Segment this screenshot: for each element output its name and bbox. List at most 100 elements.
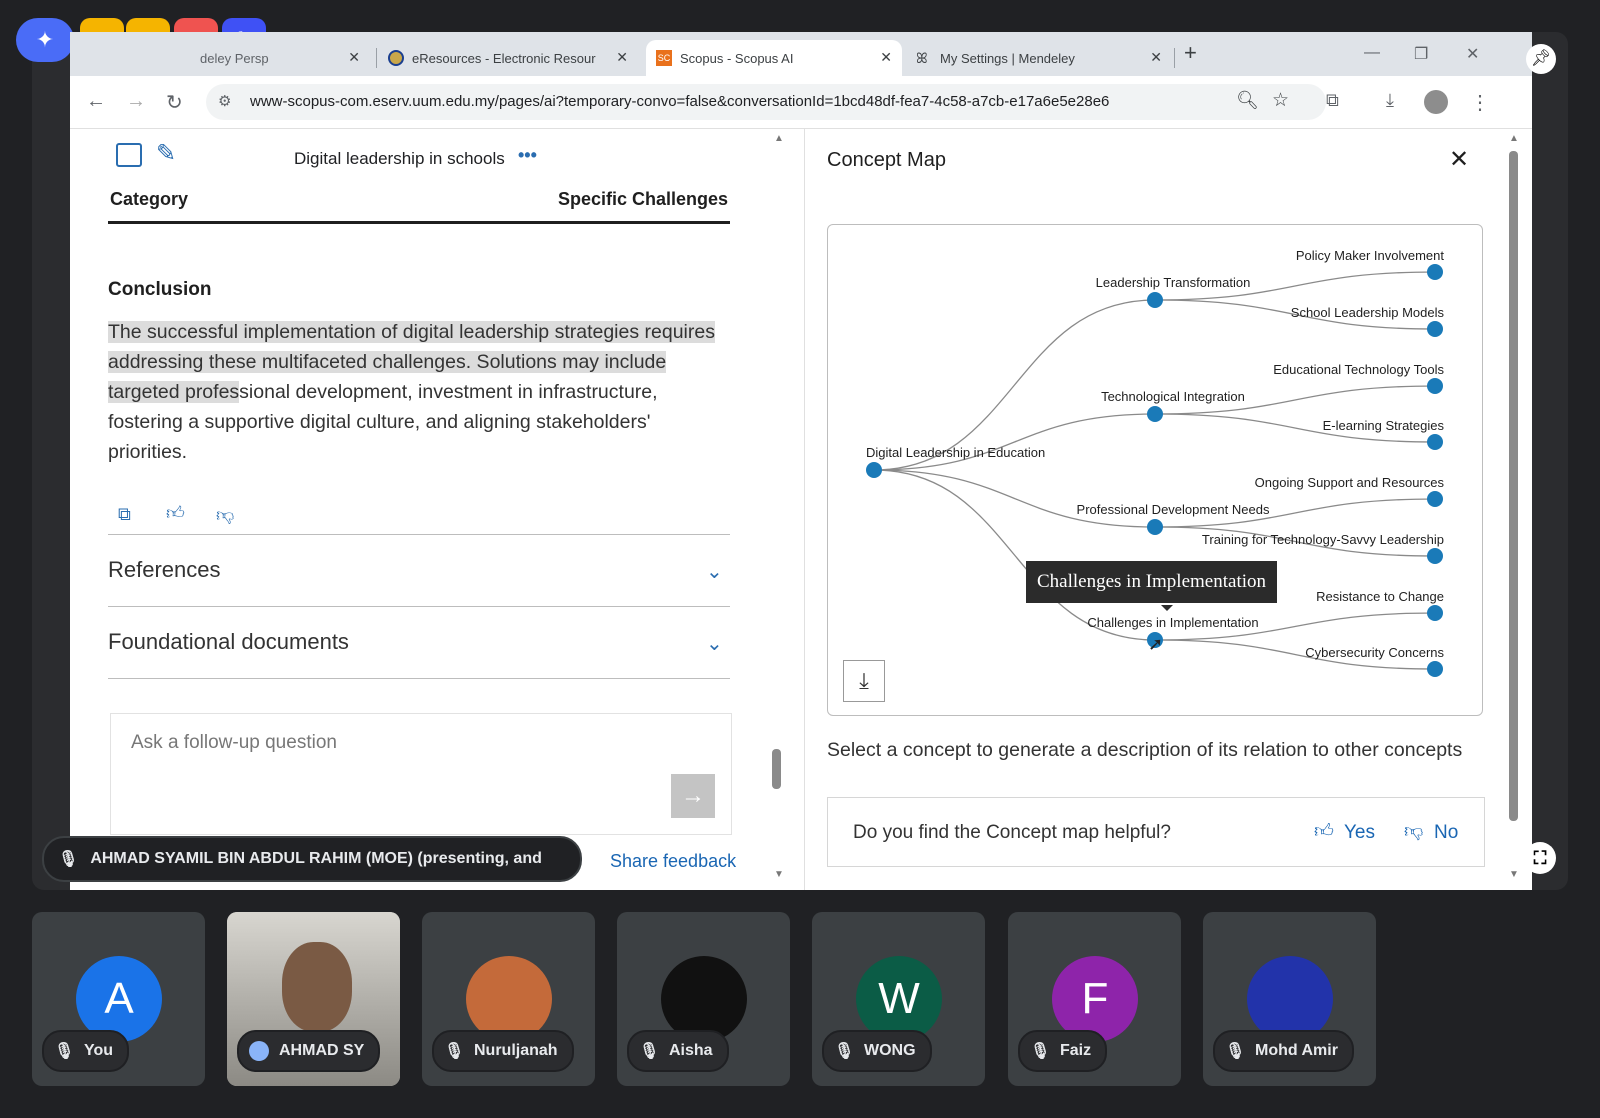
- tab-label: eResources - Electronic Resour: [412, 50, 596, 66]
- concept-label-leaf[interactable]: E-learning Strategies: [1323, 418, 1445, 433]
- participant-tile-you[interactable]: A 🎙︎ You: [32, 912, 205, 1086]
- concept-label-branch[interactable]: Challenges in Implementation: [1087, 615, 1258, 630]
- concept-label-leaf[interactable]: Policy Maker Involvement: [1296, 248, 1444, 263]
- download-map-button[interactable]: ⤓: [843, 660, 885, 702]
- chevron-down-icon[interactable]: ⌄: [706, 631, 723, 656]
- close-icon[interactable]: ✕: [616, 49, 628, 66]
- sidebar-toggle-icon[interactable]: [116, 143, 142, 167]
- zoom-icon[interactable]: 🔍︎: [1236, 90, 1259, 111]
- followup-input[interactable]: Ask a follow-up question: [131, 732, 337, 754]
- concept-node-leaf[interactable]: [1427, 264, 1443, 280]
- thumbs-up-icon[interactable]: 👍︎: [166, 502, 185, 524]
- address-bar[interactable]: ⚙ www-scopus-com.eserv.uum.edu.my/pages/…: [206, 84, 1326, 120]
- participant-name-chip: 🎙︎ Aisha: [627, 1030, 729, 1072]
- extensions-icon[interactable]: ⧉: [1326, 90, 1339, 111]
- concept-label-root[interactable]: Digital Leadership in Education: [866, 445, 1045, 460]
- site-info-icon[interactable]: ⚙: [218, 92, 231, 110]
- foundational-documents-toggle[interactable]: Foundational documents: [108, 629, 349, 655]
- concept-label-branch[interactable]: Professional Development Needs: [1077, 502, 1270, 517]
- concept-node-branch[interactable]: [1147, 292, 1163, 308]
- download-icon[interactable]: ⤓: [1386, 90, 1394, 111]
- tab-eresources[interactable]: eResources - Electronic Resour ✕: [388, 40, 638, 76]
- participant-tile-nuruljanah[interactable]: 🎙︎ Nuruljanah: [422, 912, 595, 1086]
- pin-icon[interactable]: 📌︎: [1526, 44, 1556, 74]
- participant-tile-faiz[interactable]: F 🎙︎ Faiz: [1008, 912, 1181, 1086]
- menu-kebab-icon[interactable]: ⋮: [1470, 90, 1490, 115]
- concept-node-leaf[interactable]: [1427, 378, 1443, 394]
- participant-name: You: [84, 1042, 114, 1059]
- minimize-icon[interactable]: —: [1364, 44, 1380, 62]
- tab-scopus-ai[interactable]: SC Scopus - Scopus AI ✕: [646, 40, 902, 76]
- concept-node-leaf[interactable]: [1427, 434, 1443, 450]
- concept-node-branch[interactable]: [1147, 406, 1163, 422]
- share-feedback-link[interactable]: Share feedback: [610, 851, 736, 872]
- participant-name: Nuruljanah: [474, 1042, 558, 1059]
- right-scrollbar-thumb[interactable]: [1509, 151, 1518, 821]
- profile-avatar[interactable]: [1424, 90, 1448, 114]
- participant-name-chip: 🎙︎ You: [42, 1030, 130, 1072]
- participant-tile-wong[interactable]: W 🎙︎ WONG: [812, 912, 985, 1086]
- gemini-icon[interactable]: ✦: [16, 18, 74, 62]
- tab-mendeley-settings[interactable]: ꕤ My Settings | Mendeley ✕: [916, 40, 1172, 76]
- participant-tile-mohd-amir[interactable]: 🎙︎ Mohd Amir: [1203, 912, 1376, 1086]
- thumbs-up-icon[interactable]: 👍︎: [1314, 820, 1334, 843]
- back-arrow-icon[interactable]: ←: [86, 90, 106, 113]
- table-rule: [108, 221, 730, 224]
- concept-node-leaf[interactable]: [1427, 548, 1443, 564]
- references-toggle[interactable]: References: [108, 557, 221, 583]
- scroll-up-icon[interactable]: ▲: [774, 133, 784, 144]
- yes-button[interactable]: Yes: [1344, 822, 1375, 844]
- thumbs-down-icon[interactable]: 👎︎: [1404, 820, 1423, 843]
- concept-label-leaf[interactable]: Training for Technology-Savvy Leadership: [1202, 532, 1444, 547]
- concept-node-leaf[interactable]: [1427, 661, 1443, 677]
- concept-node-root[interactable]: [866, 462, 882, 478]
- copy-icon[interactable]: ⧉: [118, 504, 131, 525]
- mouse-cursor-icon: ➚: [1148, 634, 1163, 654]
- tab-mendeley-perspective[interactable]: deley Persp ✕: [200, 40, 370, 76]
- scroll-up-icon[interactable]: ▲: [1509, 133, 1519, 144]
- reload-icon[interactable]: ↻: [166, 90, 183, 115]
- restore-icon[interactable]: ❐: [1414, 44, 1428, 64]
- close-icon[interactable]: ✕: [880, 49, 892, 66]
- concept-label-branch[interactable]: Technological Integration: [1101, 389, 1245, 404]
- url-text[interactable]: www-scopus-com.eserv.uum.edu.my/pages/ai…: [250, 93, 1109, 110]
- participant-name-chip: 🎙︎ Faiz: [1018, 1030, 1108, 1072]
- left-scrollbar-thumb[interactable]: [772, 749, 781, 789]
- scroll-down-icon[interactable]: ▼: [774, 869, 784, 880]
- concept-node-leaf[interactable]: [1427, 605, 1443, 621]
- concept-node-leaf[interactable]: [1427, 491, 1443, 507]
- concept-label-leaf[interactable]: Cybersecurity Concerns: [1305, 645, 1444, 660]
- concept-label-leaf[interactable]: Educational Technology Tools: [1273, 362, 1444, 377]
- concept-map-graph[interactable]: Digital Leadership in Education Leadershi…: [828, 225, 1482, 715]
- no-button[interactable]: No: [1434, 822, 1458, 844]
- concept-edge: [873, 413, 1156, 471]
- conclusion-heading: Conclusion: [108, 279, 212, 300]
- concept-label-branch[interactable]: Leadership Transformation: [1096, 275, 1251, 290]
- participant-tile-aisha[interactable]: 🎙︎ Aisha: [617, 912, 790, 1086]
- fullscreen-icon[interactable]: ⛶: [1524, 842, 1556, 874]
- chevron-down-icon[interactable]: ⌄: [706, 559, 723, 584]
- close-panel-icon[interactable]: ✕: [1449, 145, 1469, 174]
- participant-name: AHMAD SY: [279, 1042, 365, 1059]
- concept-map-canvas[interactable]: Digital Leadership in Education Leadershi…: [827, 224, 1483, 716]
- concept-edge: [873, 469, 1156, 528]
- forward-arrow-icon[interactable]: →: [126, 90, 146, 113]
- concept-label-leaf[interactable]: Resistance to Change: [1316, 589, 1444, 604]
- concept-node-branch[interactable]: [1147, 519, 1163, 535]
- new-chat-edit-icon[interactable]: ✎: [156, 139, 176, 168]
- concept-label-leaf[interactable]: Ongoing Support and Resources: [1255, 475, 1445, 490]
- send-arrow-button[interactable]: →: [671, 774, 715, 818]
- participant-tile-ahmad[interactable]: AHMAD SY: [227, 912, 400, 1086]
- more-options-icon[interactable]: •••: [518, 145, 537, 166]
- concept-label-leaf[interactable]: School Leadership Models: [1291, 305, 1445, 320]
- followup-input-box[interactable]: Ask a follow-up question →: [110, 713, 732, 835]
- close-window-icon[interactable]: ✕: [1466, 44, 1479, 64]
- bookmark-star-icon[interactable]: ☆: [1272, 89, 1289, 112]
- thumbs-down-icon[interactable]: 👎︎: [216, 504, 234, 526]
- concept-node-leaf[interactable]: [1427, 321, 1443, 337]
- conversation-title: Digital leadership in schools: [294, 149, 505, 168]
- new-tab-button[interactable]: +: [1184, 40, 1197, 66]
- scroll-down-icon[interactable]: ▼: [1509, 869, 1519, 880]
- close-icon[interactable]: ✕: [348, 49, 360, 66]
- close-icon[interactable]: ✕: [1150, 49, 1162, 66]
